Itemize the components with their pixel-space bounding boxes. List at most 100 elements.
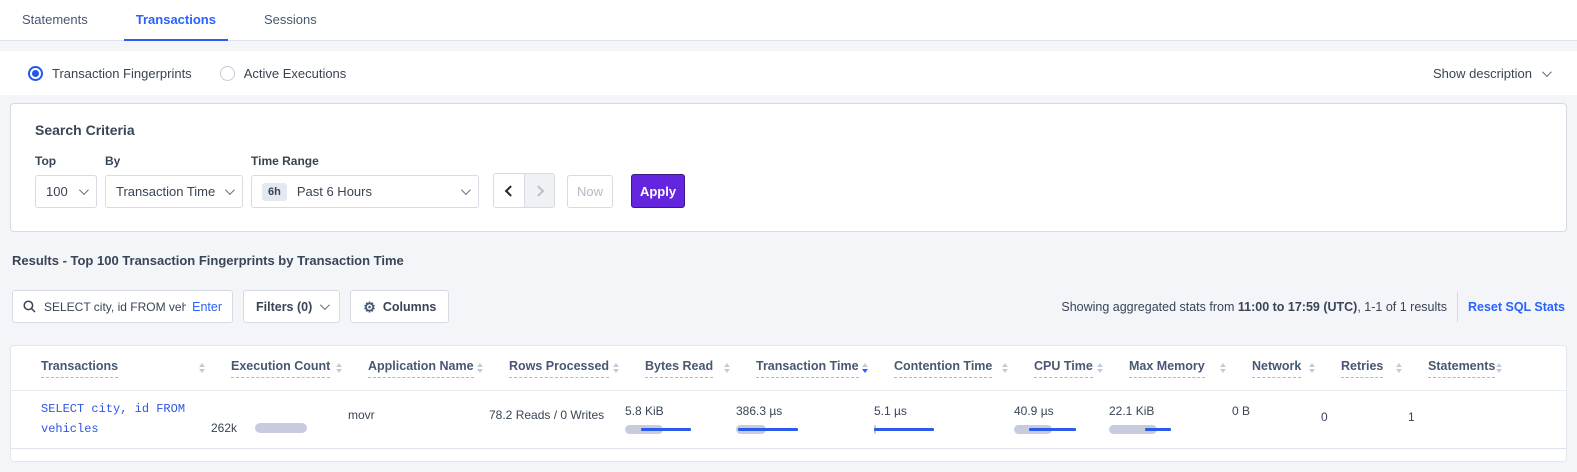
sort-icon[interactable] (199, 363, 205, 373)
chevron-down-icon (1542, 67, 1552, 77)
cell-rows-processed: 78.2 Reads / 0 Writes (489, 391, 625, 448)
transaction-time-bar (736, 425, 806, 435)
cell-application-name: movr (348, 391, 489, 448)
results-heading: Results - Top 100 Transaction Fingerprin… (12, 253, 404, 268)
max-memory-bar (1109, 425, 1179, 435)
page-tabs: Statements Transactions Sessions (0, 0, 1577, 41)
top-select[interactable]: 100 (35, 175, 97, 208)
time-range-value: Past 6 Hours (297, 184, 372, 199)
cell-bytes-read: 5.8 KiB (625, 391, 736, 448)
query-search-box[interactable]: Enter (12, 290, 233, 323)
column-header-rows-processed[interactable]: Rows Processed (509, 359, 645, 378)
cell-network: 0 B (1232, 391, 1321, 448)
cell-statements: 1 (1408, 391, 1508, 448)
radio-active-executions[interactable]: Active Executions (220, 66, 347, 81)
chevron-down-icon (79, 185, 89, 195)
by-select[interactable]: Transaction Time (105, 175, 243, 208)
cell-transaction-time: 386.3 µs (736, 391, 874, 448)
column-header-network[interactable]: Network (1252, 359, 1341, 378)
filters-label: Filters (0) (256, 300, 312, 314)
previous-range-button[interactable] (494, 174, 524, 207)
now-button[interactable]: Now (567, 175, 613, 208)
tab-transactions[interactable]: Transactions (124, 0, 228, 41)
show-description-label: Show description (1433, 66, 1532, 81)
column-header-application-name[interactable]: Application Name (368, 359, 509, 378)
table-header-row: Transactions Execution Count Application… (11, 346, 1566, 391)
top-select-value: 100 (46, 184, 68, 199)
results-controls: Enter Filters (0) ⚙ Columns Showing aggr… (12, 290, 1565, 323)
search-criteria-title: Search Criteria (35, 122, 1542, 138)
search-criteria-card: Search Criteria Top 100 By Transaction T… (10, 103, 1567, 232)
sort-icon[interactable] (1002, 363, 1008, 373)
chevron-down-icon (320, 300, 330, 310)
sort-icon[interactable] (724, 363, 730, 373)
sort-icon[interactable] (1097, 363, 1103, 373)
radio-label: Transaction Fingerprints (52, 66, 192, 81)
by-label: By (105, 154, 243, 168)
radio-icon (28, 66, 43, 81)
chevron-down-icon (461, 185, 471, 195)
time-range-pager (493, 173, 555, 208)
cell-retries: 0 (1321, 391, 1408, 448)
column-header-cpu-time[interactable]: CPU Time (1034, 359, 1129, 378)
table-row: SELECT city, id FROM vehicles 262k movr … (11, 391, 1566, 449)
radio-transaction-fingerprints[interactable]: Transaction Fingerprints (28, 66, 192, 81)
cell-max-memory: 22.1 KiB (1109, 391, 1232, 448)
cell-execution-count: 262k (211, 391, 348, 448)
column-header-transaction-time[interactable]: Transaction Time (756, 359, 894, 378)
cell-contention-time: 5.1 µs (874, 391, 1014, 448)
sort-icon[interactable] (1496, 363, 1502, 373)
column-header-contention-time[interactable]: Contention Time (894, 359, 1034, 378)
transactions-table: Transactions Execution Count Application… (10, 345, 1567, 462)
time-range-badge: 6h (262, 183, 287, 201)
columns-label: Columns (383, 300, 436, 314)
top-label: Top (35, 154, 97, 168)
stats-time-range: 11:00 to 17:59 (UTC) (1238, 300, 1357, 314)
chevron-down-icon (225, 185, 235, 195)
view-toggle-bar: Transaction Fingerprints Active Executio… (0, 51, 1577, 95)
search-icon (23, 300, 36, 313)
sort-icon[interactable] (1220, 363, 1226, 373)
by-field: By Transaction Time (105, 154, 243, 208)
transaction-fingerprint-link[interactable]: SELECT city, id FROM vehicles (41, 391, 211, 448)
column-header-max-memory[interactable]: Max Memory (1129, 359, 1252, 378)
transactions-page: Statements Transactions Sessions Transac… (0, 0, 1577, 472)
time-range-select[interactable]: 6h Past 6 Hours (251, 175, 479, 208)
sort-icon[interactable] (613, 363, 619, 373)
column-header-transactions[interactable]: Transactions (41, 359, 231, 378)
next-range-button[interactable] (524, 174, 554, 207)
tab-statements[interactable]: Statements (10, 0, 100, 41)
column-header-bytes-read[interactable]: Bytes Read (645, 359, 756, 378)
reset-sql-stats-link[interactable]: Reset SQL Stats (1468, 300, 1565, 314)
tab-sessions[interactable]: Sessions (252, 0, 329, 41)
column-header-statements[interactable]: Statements (1428, 359, 1528, 378)
sort-icon[interactable] (336, 363, 342, 373)
top-field: Top 100 (35, 154, 97, 208)
cell-cpu-time: 40.9 µs (1014, 391, 1109, 448)
sort-icon[interactable] (1396, 363, 1402, 373)
divider (1457, 292, 1458, 322)
chevron-left-icon (505, 185, 516, 196)
execution-count-bar (255, 423, 307, 433)
by-select-value: Transaction Time (116, 184, 215, 199)
sort-icon[interactable] (477, 363, 483, 373)
chevron-right-icon (532, 185, 543, 196)
search-enter-button[interactable]: Enter (192, 300, 222, 314)
column-header-execution-count[interactable]: Execution Count (231, 359, 368, 378)
cpu-time-bar (1014, 425, 1084, 435)
column-header-retries[interactable]: Retries (1341, 359, 1428, 378)
search-input[interactable] (44, 300, 186, 314)
filters-button[interactable]: Filters (0) (243, 290, 340, 323)
contention-time-bar (874, 425, 944, 435)
time-range-label: Time Range (251, 154, 479, 168)
sort-icon[interactable] (1309, 363, 1315, 373)
columns-button[interactable]: ⚙ Columns (350, 290, 449, 323)
radio-icon (220, 66, 235, 81)
show-description-toggle[interactable]: Show description (1433, 66, 1549, 81)
time-range-field: Time Range 6h Past 6 Hours (251, 154, 479, 208)
bytes-read-bar (625, 425, 695, 435)
apply-button[interactable]: Apply (631, 174, 685, 208)
gear-icon: ⚙ (363, 300, 376, 314)
aggregated-stats-text: Showing aggregated stats from 11:00 to 1… (1061, 300, 1447, 314)
sort-icon[interactable] (862, 363, 868, 373)
